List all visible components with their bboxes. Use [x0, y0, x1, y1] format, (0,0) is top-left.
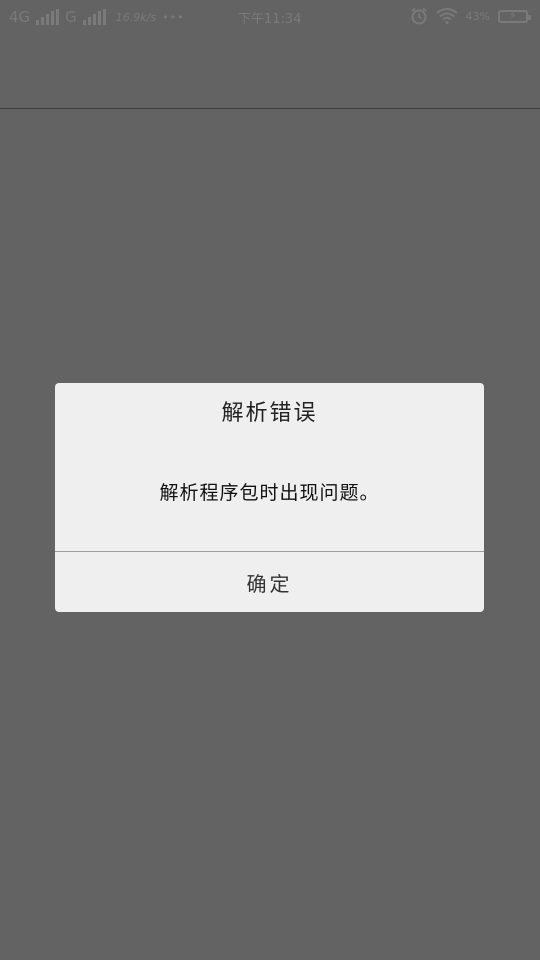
- charging-bolt-icon: ⚡: [509, 8, 517, 22]
- status-right-group: 43% ⚡: [410, 7, 531, 25]
- app-bar: [0, 34, 540, 109]
- more-notifications-icon: •••: [162, 10, 185, 24]
- signal-icon: [36, 9, 60, 25]
- battery-percent: 43%: [465, 9, 490, 23]
- signal-secondary-icon: [82, 9, 106, 25]
- network-primary-label: 4G: [9, 8, 31, 26]
- battery-icon: ⚡: [498, 8, 531, 23]
- network-speed: 16.9k/s: [115, 10, 157, 24]
- error-dialog: 解析错误 解析程序包时出现问题。 确定: [55, 383, 484, 612]
- dialog-message: 解析程序包时出现问题。: [159, 482, 380, 504]
- ok-button[interactable]: 确定: [55, 552, 484, 612]
- screen: 4G G 16.9k/s ••• 下午11:34 43% ⚡ 解析错误 解析程序…: [0, 0, 540, 960]
- alarm-icon: [410, 7, 427, 25]
- status-left-group: 4G G 16.9k/s •••: [9, 8, 185, 26]
- dialog-title: 解析错误: [221, 401, 318, 426]
- status-time: 下午11:34: [238, 12, 302, 27]
- wifi-icon: [435, 8, 458, 24]
- network-secondary-label: G: [65, 8, 77, 26]
- status-bar: 4G G 16.9k/s ••• 下午11:34 43% ⚡: [0, 0, 540, 34]
